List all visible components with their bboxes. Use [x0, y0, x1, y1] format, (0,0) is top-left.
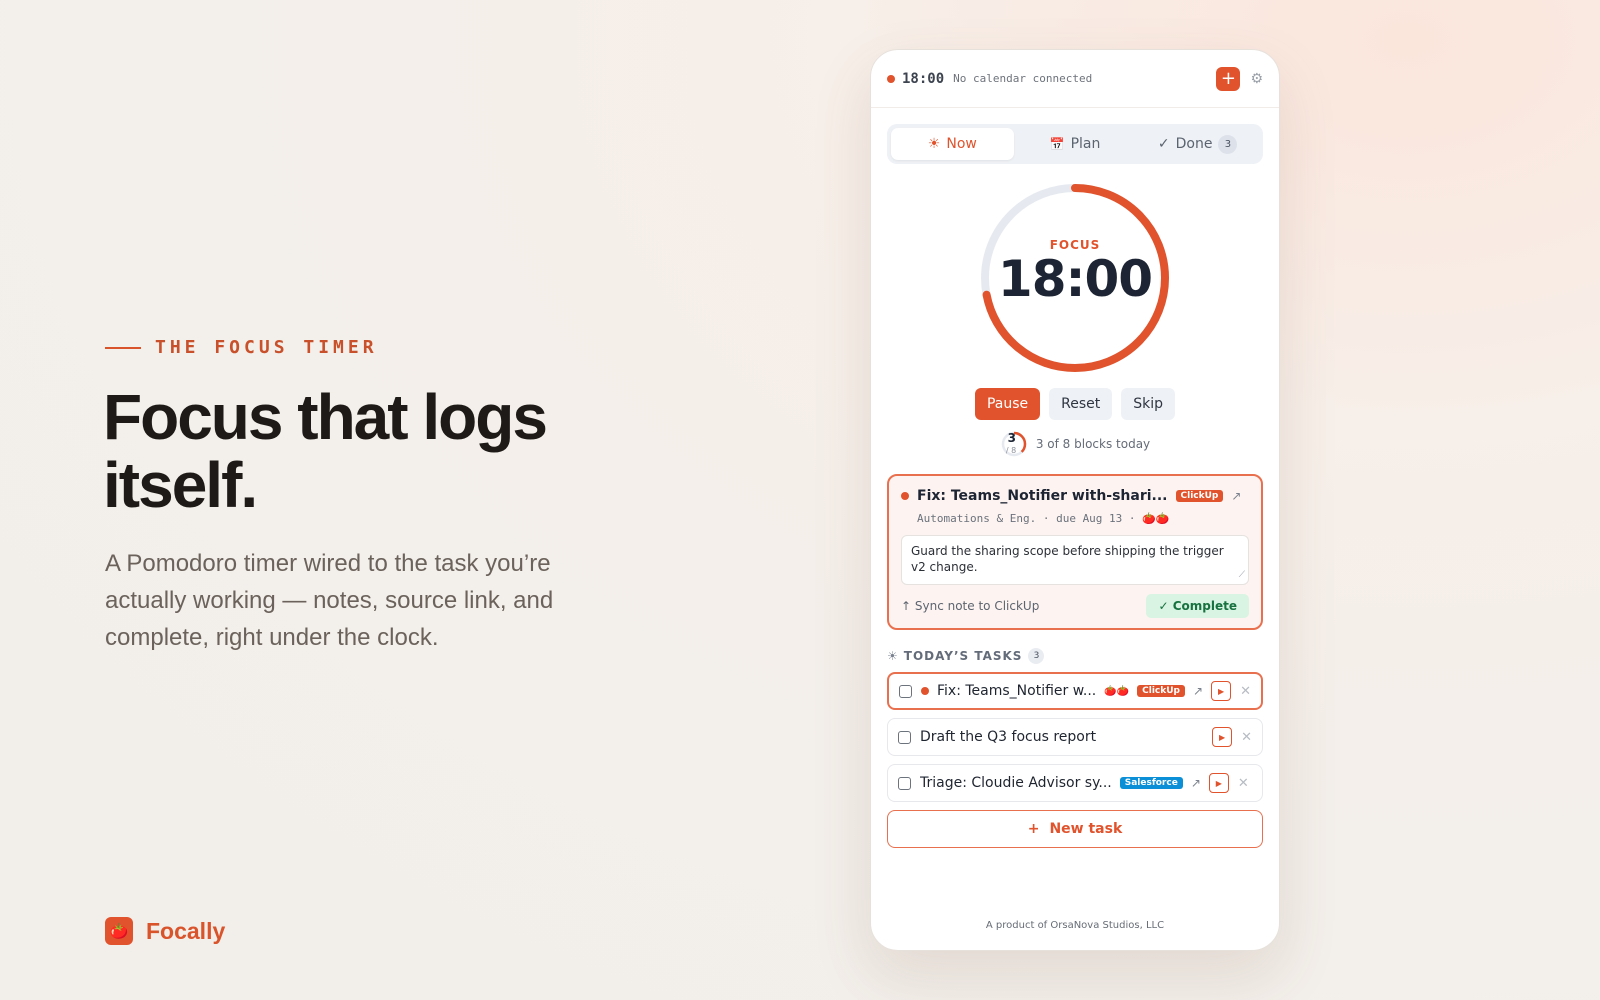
current-task-meta: Automations & Eng. · due Aug 13 · 🍅🍅 — [917, 512, 1249, 525]
play-icon[interactable]: ▶ — [1212, 727, 1233, 747]
task-note-text: Guard the sharing scope before shipping … — [911, 544, 1224, 574]
current-task-title: Fix: Teams_Notifier with-shari... — [917, 488, 1168, 504]
close-icon[interactable]: ✕ — [1238, 776, 1249, 791]
eyebrow-rule — [105, 346, 141, 349]
current-task-actions: ↑ Sync note to ClickUp ✓ Complete — [901, 594, 1249, 618]
calendar-status: No calendar connected — [953, 72, 1093, 85]
sun-icon: ☀ — [927, 136, 941, 152]
tab-plan[interactable]: 📅 Plan — [1014, 128, 1137, 160]
task-title: Triage: Cloudie Advisor sy... — [920, 775, 1112, 791]
external-link-icon[interactable]: ↗ — [1231, 489, 1241, 503]
new-task-label: New task — [1049, 821, 1123, 837]
pause-button[interactable]: Pause — [974, 388, 1041, 420]
external-link-icon[interactable]: ↗ — [1191, 776, 1201, 790]
blocks-progress: 3 / 8 3 of 8 blocks today — [871, 430, 1279, 458]
task-note-field[interactable]: Guard the sharing scope before shipping … — [901, 535, 1249, 585]
check-icon: ✓ — [1157, 136, 1170, 152]
task-row[interactable]: Fix: Teams_Notifier w... 🍅🍅 ClickUp ↗ ▶ … — [887, 672, 1263, 710]
task-row[interactable]: Triage: Cloudie Advisor sy... Salesforce… — [887, 764, 1263, 802]
blocks-done: 3 — [1007, 431, 1017, 445]
task-row[interactable]: Draft the Q3 focus report ▶ ✕ — [887, 718, 1263, 756]
brand-name: Focally — [146, 917, 226, 944]
current-task-card: Fix: Teams_Notifier with-shari... ClickU… — [887, 474, 1263, 630]
footer-credit: A product of OrsaNova Studios, LLC — [985, 920, 1165, 931]
reset-button[interactable]: Reset — [1049, 388, 1113, 420]
blocks-total: / 8 — [1005, 446, 1017, 455]
task-count-badge: 3 — [1028, 648, 1045, 664]
calendar-icon: 📅 — [1049, 137, 1065, 151]
brand: 🍅 Focally — [105, 917, 225, 945]
source-badge: Salesforce — [1119, 777, 1183, 789]
task-title: Draft the Q3 focus report — [920, 729, 1097, 745]
task-meta-text: Automations & Eng. · due Aug 13 · — [917, 512, 1136, 525]
eyebrow: THE FOCUS TIMER — [105, 337, 378, 358]
timer-controls: Pause Reset Skip — [871, 388, 1279, 420]
running-indicator-icon — [887, 74, 895, 83]
new-task-button[interactable]: + New task — [887, 810, 1263, 848]
gear-icon[interactable]: ⚙ — [1250, 71, 1263, 87]
play-icon[interactable]: ▶ — [1208, 773, 1229, 793]
app-panel: 18:00 No calendar connected + ⚙ ☀ Now 📅 … — [870, 49, 1280, 951]
top-bar: 18:00 No calendar connected + ⚙ — [871, 50, 1279, 108]
blocks-ring: 3 / 8 — [1000, 430, 1028, 458]
pomodoro-count: 🍅🍅 — [1104, 685, 1130, 697]
tab-now-label: Now — [946, 136, 977, 152]
tab-done[interactable]: ✓ Done 3 — [1136, 128, 1259, 160]
sync-note-button[interactable]: ↑ Sync note to ClickUp — [901, 599, 1039, 613]
external-link-icon[interactable]: ↗ — [1193, 684, 1203, 698]
complete-button[interactable]: ✓ Complete — [1146, 594, 1249, 618]
skip-button[interactable]: Skip — [1121, 388, 1176, 420]
top-timer: 18:00 — [902, 70, 945, 87]
done-count-badge: 3 — [1218, 134, 1238, 154]
view-tabs: ☀ Now 📅 Plan ✓ Done 3 — [887, 124, 1263, 164]
subcopy: A Pomodoro timer wired to the task you’r… — [105, 550, 554, 651]
headline: Focus that logs itself. — [103, 381, 548, 521]
source-badge: ClickUp — [1175, 490, 1224, 502]
resize-handle-icon[interactable]: ⟋ — [1239, 567, 1245, 583]
close-icon[interactable]: ✕ — [1241, 730, 1252, 745]
pomodoro-count: 🍅🍅 — [1142, 512, 1170, 525]
active-dot-icon — [901, 492, 909, 500]
task-title: Fix: Teams_Notifier w... — [937, 683, 1097, 699]
tab-plan-label: Plan — [1070, 136, 1101, 152]
sun-icon: ☀ — [887, 649, 898, 663]
close-icon[interactable]: ✕ — [1240, 684, 1251, 699]
plus-icon: + — [1027, 821, 1040, 837]
section-title: TODAY’S TASKS — [903, 649, 1023, 663]
eyebrow-label: THE FOCUS TIMER — [155, 337, 378, 358]
timer-display: 18:00 — [997, 250, 1153, 308]
tab-now[interactable]: ☀ Now — [891, 128, 1014, 160]
tomato-icon: 🍅 — [105, 917, 133, 945]
task-checkbox[interactable] — [899, 684, 912, 698]
active-dot-icon — [921, 687, 929, 695]
current-task-header: Fix: Teams_Notifier with-shari... ClickU… — [901, 488, 1249, 504]
todays-tasks-header: ☀ TODAY’S TASKS 3 — [887, 648, 1263, 664]
blocks-summary: 3 of 8 blocks today — [1035, 437, 1151, 451]
tab-done-label: Done — [1175, 136, 1213, 152]
source-badge: ClickUp — [1137, 685, 1186, 697]
focus-timer-ring: FOCUS 18:00 — [975, 178, 1175, 378]
task-checkbox[interactable] — [898, 776, 911, 790]
add-button[interactable]: + — [1216, 66, 1241, 91]
task-checkbox[interactable] — [898, 730, 911, 744]
play-icon[interactable]: ▶ — [1211, 681, 1232, 701]
